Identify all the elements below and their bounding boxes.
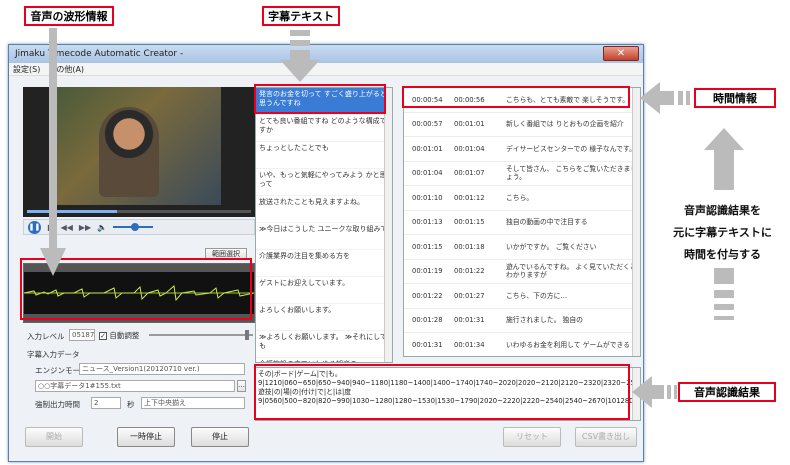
title-bar: Jimaku Timecode Automatic Creator - ✕ <box>9 45 643 63</box>
video-person-image <box>99 107 159 197</box>
timecode-text: いかがですか。 ご覧ください <box>506 242 597 251</box>
timecode-row[interactable]: 00:01:10 00:01:12 こちら。 <box>404 186 640 211</box>
browse-button[interactable]: … <box>237 380 246 392</box>
timecode-text: いわゆるお金を利用して ゲームができる <box>506 340 630 349</box>
arrow-down-wave-icon <box>40 28 66 276</box>
start-button[interactable]: 開始 <box>25 427 83 447</box>
timecode-row[interactable]: 00:00:57 00:01:01 新しく番組では りとおもの企画を紹介 <box>404 113 640 137</box>
timecode-start: 00:01:10 <box>412 193 443 202</box>
timecode-end: 00:01:12 <box>454 193 485 202</box>
arrow-left-result-icon <box>632 376 677 408</box>
subtitle-item[interactable]: いや、もっと気軽にやってみよう かと思って <box>256 169 392 196</box>
timecode-end: 00:01:01 <box>454 120 485 129</box>
force-output-label: 強制出力時間 <box>35 400 80 409</box>
video-frame <box>57 87 221 205</box>
timecode-row[interactable]: 00:01:13 00:01:15 独自の動画の中で注目する <box>404 211 640 235</box>
callout-recognition-result: 音声認識結果 <box>678 382 776 402</box>
timecode-row[interactable]: 00:01:04 00:01:07 そして皆さん、 こちらをご覧いただきましょう。 <box>404 162 640 186</box>
timecode-text: こちら、下の方に… <box>506 291 568 300</box>
stop-button[interactable]: 停止 <box>191 427 249 447</box>
timecode-start: 00:01:22 <box>412 291 443 300</box>
input-level-slider[interactable] <box>149 330 253 340</box>
callout-audio-wave: 音声の波形情報 <box>24 6 114 26</box>
pause-button[interactable]: 一時停止 <box>117 427 175 447</box>
timecode-text: そして皆さん、 こちらをご覧いただきましょう。 <box>506 165 638 182</box>
subtitle-item[interactable]: ちょっとしたことでも <box>256 142 392 169</box>
position-select[interactable]: 上下中央揃え <box>141 397 245 409</box>
reset-button[interactable]: リセット <box>503 427 561 447</box>
subtitle-item[interactable]: 介護施設の中でいわゆる娯楽の <box>256 358 392 362</box>
timecode-text: 施行されました。 独自の <box>506 316 583 325</box>
timecode-start: 00:00:57 <box>412 120 443 129</box>
force-output-unit: 秒 <box>127 400 135 409</box>
timecode-start: 00:01:15 <box>412 242 443 251</box>
auto-adjust-checkbox[interactable]: ✓ 自動調整 <box>99 330 139 341</box>
close-button[interactable]: ✕ <box>603 46 639 61</box>
highlight-time-row <box>402 86 630 108</box>
subtitle-item[interactable]: 介護業界の注目を集める方を <box>256 250 392 277</box>
subtitle-item[interactable]: よろしくお願いします。 <box>256 304 392 331</box>
csv-export-button[interactable]: CSV書き出し <box>575 427 637 447</box>
menu-bar: 設定(S) その他(A) <box>9 63 643 76</box>
checkbox-icon[interactable]: ✓ <box>99 332 107 340</box>
callout-subtitle-text: 字幕テキスト <box>262 6 340 26</box>
highlight-selected-subtitle <box>254 84 386 114</box>
volume-handle[interactable] <box>131 223 140 231</box>
subtitle-item[interactable]: 放送されたことも見えますよね。 <box>256 196 392 223</box>
volume-icon[interactable]: 🔈 <box>97 223 107 232</box>
timecode-row[interactable]: 00:01:01 00:01:04 デイサービスセンターでの 様子なんです。 <box>404 137 640 162</box>
timecode-row[interactable]: 00:01:22 00:01:27 こちら、下の方に… <box>404 284 640 309</box>
timecode-list-items: 00:00:54 00:00:56 こちらも、とても素敵で 楽しそうです。 00:00… <box>404 88 640 356</box>
timecode-end: 00:01:22 <box>454 267 485 276</box>
timecode-start: 00:01:31 <box>412 340 443 349</box>
timecode-end: 00:01:04 <box>454 144 485 153</box>
timecode-start: 00:01:28 <box>412 316 443 325</box>
subtitle-item[interactable]: とても良い番組ですね どのような構成ですか <box>256 115 392 142</box>
arrow-down-subtitle-icon <box>280 30 320 82</box>
next-icon[interactable]: ▶▶ <box>79 223 91 232</box>
timecode-row[interactable]: 00:01:15 00:01:18 いかがですか。 ご覧ください <box>404 235 640 260</box>
timecode-end: 00:01:07 <box>454 169 485 178</box>
timecode-row[interactable]: 00:01:19 00:01:22 遊んでいるんですね。 よく見ていただくとわかりま… <box>404 260 640 284</box>
timecode-start: 00:01:04 <box>412 169 443 178</box>
subtitle-item[interactable]: ゲストにお迎えしています。 <box>256 277 392 304</box>
timecode-text: 独自の動画の中で注目する <box>506 218 588 227</box>
timecode-end: 00:01:27 <box>454 291 485 300</box>
timecode-list[interactable]: 00:00:54 00:00:56 こちらも、とても素敵で 楽しそうです。 00:00… <box>403 87 641 357</box>
auto-adjust-label: 自動調整 <box>109 331 140 340</box>
timecode-text: 遊んでいるんですね。 よく見ていただくとわかりますが <box>506 263 637 280</box>
engine-mode-select[interactable]: ニュース_Version1(20120710 ver.) <box>79 363 245 375</box>
input-level-value: 05187 <box>69 329 95 341</box>
subtitle-list-scrollbar[interactable] <box>384 88 392 362</box>
timecode-start: 00:01:19 <box>412 267 443 276</box>
timecode-start: 00:01:01 <box>412 144 443 153</box>
volume-slider[interactable] <box>113 223 154 231</box>
arrow-left-time-icon <box>640 82 690 114</box>
highlight-recognition <box>254 364 630 420</box>
timecode-row[interactable]: 00:01:28 00:01:31 施行されました。 独自の <box>404 309 640 333</box>
input-level-handle[interactable] <box>245 330 249 340</box>
subtitle-item[interactable]: ≫よろしくお願いします。 ≫それにしても <box>256 331 392 358</box>
timecode-end: 00:01:34 <box>454 340 485 349</box>
subtitle-input-section: 字幕入力データ <box>27 350 80 359</box>
timecode-list-scrollbar[interactable] <box>632 88 640 356</box>
arrow-up-process-icon <box>704 128 744 320</box>
timecode-text: こちら。 <box>506 193 534 202</box>
timecode-start: 00:01:13 <box>412 218 443 227</box>
input-level-label: 入力レベル <box>27 332 65 341</box>
subtitle-list[interactable]: 発言のお金を切って すごく盛り上がると思うんですね とても良い番組ですね どのよう… <box>255 87 393 363</box>
subtitle-list-items: 発言のお金を切って すごく盛り上がると思うんですね とても良い番組ですね どのよう… <box>256 88 392 362</box>
timecode-text: デイサービスセンターでの 様子なんです。 <box>506 144 636 153</box>
force-output-time[interactable]: 2 <box>91 397 121 409</box>
timecode-row[interactable]: 00:01:31 00:01:34 いわゆるお金を利用して ゲームができる <box>404 333 640 356</box>
timecode-end: 00:01:18 <box>454 242 485 251</box>
subtitle-item[interactable]: ≫今日はこうした ユニークな取り組みで <box>256 223 392 250</box>
menu-settings[interactable]: 設定(S) <box>13 64 40 75</box>
callout-time-info: 時間情報 <box>694 88 776 108</box>
timecode-end: 00:01:15 <box>454 218 485 227</box>
timecode-end: 00:01:31 <box>454 316 485 325</box>
timecode-text: 新しく番組では りとおもの企画を紹介 <box>506 120 624 129</box>
subtitle-file-field[interactable]: ○○字幕データ1#155.txt <box>35 380 235 392</box>
